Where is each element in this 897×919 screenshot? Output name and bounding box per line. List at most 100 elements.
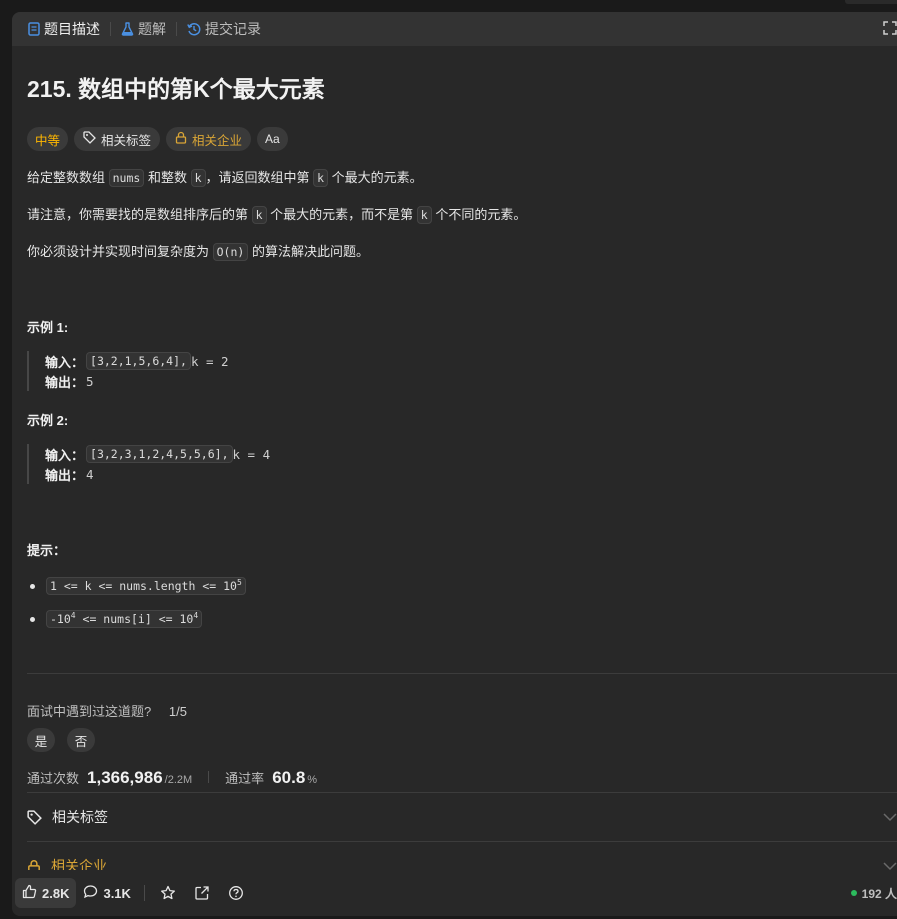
translate-icon[interactable]: Aa [257,127,288,151]
hint-1-code: 1 <= k <= nums.length <= 105 [46,577,246,595]
inline-code: k [251,206,267,224]
example-input-line: 输入： [3,2,3,1,2,4,5,5,6], k = 4 [45,444,270,464]
difficulty-badge[interactable]: 中等 [27,127,69,151]
divider [27,673,897,674]
share-icon[interactable] [185,885,219,901]
description-paragraph-3: 你必须设计并实现时间复杂度为 O(n) 的算法解决此问题。 [27,241,369,261]
input-label: 输入： [45,354,85,370]
input-rest: k = 4 [232,446,271,462]
acceptance-stats: 通过次数 1,366,986 /2.2M 通过率 60.8 % [27,768,317,788]
rate-label: 通过率 [225,771,265,786]
input-code: [3,2,1,5,6,4], [86,352,191,370]
interview-count: 1/5 [168,704,187,719]
list-item: 1 <= k <= nums.length <= 105 [27,575,246,597]
text: 个不同的元素。 [431,207,527,222]
example-2-block: 输入： [3,2,3,1,2,4,5,5,6], k = 4 输出： 4 [27,444,270,484]
list-item: -104 <= nums[i] <= 104 [27,608,246,630]
interview-question: 面试中遇到过这道题? 1/5 [27,701,187,720]
related-tags-chip[interactable]: 相关标签 [74,127,161,151]
history-icon [187,22,201,36]
text: 和整数 [144,170,191,185]
window-nub [845,0,897,4]
hint-2-code: -104 <= nums[i] <= 104 [46,610,203,628]
yes-button[interactable]: 是 [27,728,55,752]
chevron-down-icon [883,809,897,825]
description-paragraph-2: 请注意，你需要找的是数组排序后的第 k 个最大的元素，而不是第 k 个不同的元素… [27,204,527,224]
tab-submissions-label: 提交记录 [205,21,261,37]
description-paragraph-1: 给定整数数组 nums 和整数 k ，请返回数组中第 k 个最大的元素。 [27,167,423,187]
expand-icon[interactable] [883,21,897,38]
lock-icon [175,131,187,147]
text: 的算法解决此问题。 [248,244,369,259]
text: ，请返回数组中第 [205,170,314,185]
inline-code: O(n) [212,243,249,261]
comment-icon [83,884,98,902]
text: 请注意，你需要找的是数组排序后的第 [27,207,252,222]
comment-count: 3.1K [103,885,131,901]
related-tags-chip-label: 相关标签 [101,133,152,148]
star-icon[interactable] [151,885,185,901]
bottom-divider [143,885,145,901]
thumbs-up-icon [22,884,37,902]
hint-text: <= nums[i] <= 10 [75,612,194,626]
bullet-dot [30,616,35,622]
tab-solutions[interactable]: 题解 [117,19,170,39]
accept-value: 1,366,986 [87,768,163,787]
hint-sup: 5 [236,578,242,588]
inline-code: k [416,206,432,224]
online-indicator [850,890,857,896]
tab-bar: 题目描述 题解 提交记录 [12,12,897,46]
tab-submissions[interactable]: 提交记录 [183,19,265,39]
related-tags-label: 相关标签 [52,809,108,825]
text: 个最大的元素，而不是第 [266,207,417,222]
no-button[interactable]: 否 [67,728,95,752]
online-users: 192 人 [850,885,897,902]
interview-answer-buttons: 是 否 [27,728,95,752]
inline-code: k [190,169,206,187]
input-code: [3,2,3,1,2,4,5,5,6], [86,445,233,463]
tag-icon [83,131,96,147]
example-1-title: 示例 1: [27,320,69,335]
accept-label: 通过次数 [27,771,80,786]
example-input-line: 输入： [3,2,1,5,6,4], k = 2 [45,351,229,371]
related-companies-chip-label: 相关企业 [192,133,243,148]
submit-total: /2.2M [164,774,193,786]
tab-divider [110,22,111,36]
related-companies-chip[interactable]: 相关企业 [166,127,252,151]
inline-code: nums [108,169,145,187]
tab-description[interactable]: 题目描述 [24,19,104,39]
example-output-line: 输出： 4 [45,464,270,484]
problem-chips: 中等 相关标签 相关企业 Aa [27,127,288,151]
comments-button[interactable]: 3.1K [76,878,137,908]
output-label: 输出： [45,467,85,483]
related-tags-section[interactable]: 相关标签 [27,793,897,841]
example-2-title: 示例 2: [27,413,69,428]
input-label: 输入： [45,447,85,463]
output-value: 5 [86,373,94,389]
like-count: 2.8K [42,885,70,901]
bottom-action-bar: 2.8K 3.1K 192 人 [12,870,897,916]
text: 你必须设计并实现时间复杂度为 [27,244,213,259]
text: 给定整数数组 [27,170,109,185]
hints-list: 1 <= k <= nums.length <= 105 -10 4 <= num… [27,575,246,641]
flask-icon [121,22,134,36]
rate-unit: % [307,774,318,786]
hint-text: -10 [50,612,71,626]
help-icon[interactable] [219,885,253,901]
hints-title: 提示： [27,543,67,558]
tab-solutions-label: 题解 [138,21,166,37]
tab-divider [176,22,177,36]
problem-title: 215. 数组中的第K个最大元素 [27,76,325,102]
tab-description-label: 题目描述 [44,21,100,37]
hint-text: 1 <= k <= nums.length <= 10 [50,579,237,593]
document-icon [28,22,40,36]
bullet-dot [30,583,35,589]
hint-sup: 4 [193,611,199,621]
like-button[interactable]: 2.8K [15,878,77,908]
interview-question-text: 面试中遇到过这道题? [27,704,152,719]
tag-icon [27,809,42,825]
inline-code: k [313,169,329,187]
text: 个最大的元素。 [328,170,423,185]
rate-value: 60.8 [272,768,306,787]
example-1-block: 输入： [3,2,1,5,6,4], k = 2 输出： 5 [27,351,229,391]
